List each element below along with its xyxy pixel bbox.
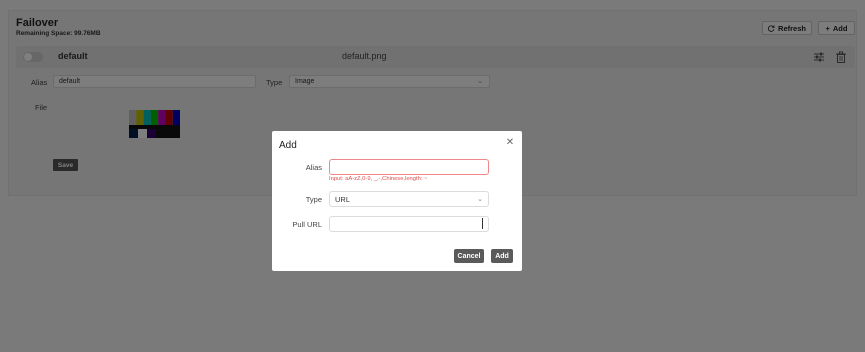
- cancel-button[interactable]: Cancel: [454, 249, 484, 263]
- alias-validation-hint: Input: aA-zZ,0-9, _,-,Chinese,length: ~: [329, 176, 428, 182]
- type-select[interactable]: URL ⌄: [329, 191, 489, 207]
- close-icon[interactable]: ✕: [504, 137, 516, 149]
- text-cursor: [482, 218, 483, 229]
- pull-url-label: Pull URL: [292, 220, 322, 229]
- chevron-down-icon: ⌄: [477, 196, 483, 203]
- alias-input[interactable]: [329, 159, 489, 175]
- pull-url-input[interactable]: [329, 216, 489, 232]
- type-select-value: URL: [335, 195, 351, 204]
- dialog-title: Add: [279, 140, 297, 151]
- alias-label: Alias: [305, 163, 322, 172]
- add-dialog: Add ✕ Alias Input: aA-zZ,0-9, _,-,Chines…: [272, 131, 522, 271]
- type-label: Type: [305, 195, 322, 204]
- add-confirm-button[interactable]: Add: [491, 249, 513, 263]
